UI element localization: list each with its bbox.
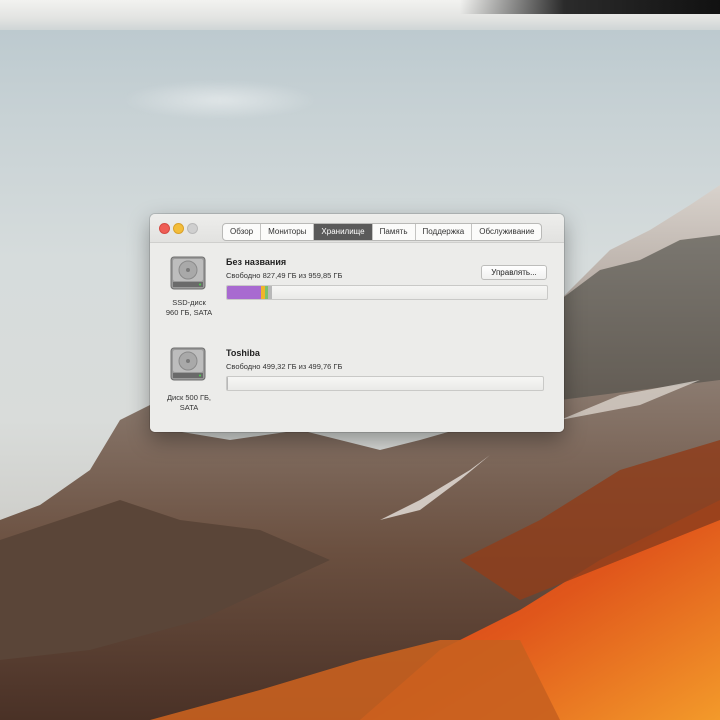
- storage-panel: SSD-диск 960 ГБ, SATA Без названия Свобо…: [150, 243, 564, 432]
- tab-memory[interactable]: Память: [373, 224, 416, 240]
- drive-name: Toshiba: [226, 348, 260, 358]
- drive-size-label: 960 ГБ, SATA: [165, 308, 213, 317]
- drive-type-label: Диск 500 ГБ,: [166, 393, 212, 402]
- tab-displays[interactable]: Мониторы: [261, 224, 315, 240]
- drive-free-space: Свободно 827,49 ГБ из 959,85 ГБ: [226, 271, 343, 280]
- minimize-button[interactable]: [173, 223, 184, 234]
- storage-usage-bar: [226, 376, 544, 391]
- tab-storage[interactable]: Хранилище: [314, 224, 373, 240]
- manage-button[interactable]: Управлять...: [481, 265, 547, 280]
- usage-segment: [268, 286, 272, 299]
- close-button[interactable]: [159, 223, 170, 234]
- tab-overview[interactable]: Обзор: [223, 224, 262, 240]
- zoom-button[interactable]: [187, 223, 198, 234]
- storage-usage-bar: [226, 285, 548, 300]
- usage-segment: [227, 377, 228, 390]
- drive-name: Без названия: [226, 257, 287, 267]
- tab-support[interactable]: Поддержка: [416, 224, 473, 240]
- hard-drive-icon: [170, 256, 206, 290]
- drive-free-space: Свободно 499,32 ГБ из 499,76 ГБ: [226, 362, 343, 371]
- usage-segment: [227, 286, 261, 299]
- drive-type-label: SSD-диск: [172, 298, 206, 307]
- hard-drive-icon: [170, 347, 206, 381]
- title-bar[interactable]: Обзор Мониторы Хранилище Память Поддержк…: [150, 214, 564, 243]
- tab-bar: Обзор Мониторы Хранилище Память Поддержк…: [222, 223, 543, 241]
- tab-service[interactable]: Обслуживание: [472, 224, 541, 240]
- drive-size-label: SATA: [179, 403, 199, 412]
- system-information-window: Обзор Мониторы Хранилище Память Поддержк…: [150, 214, 564, 432]
